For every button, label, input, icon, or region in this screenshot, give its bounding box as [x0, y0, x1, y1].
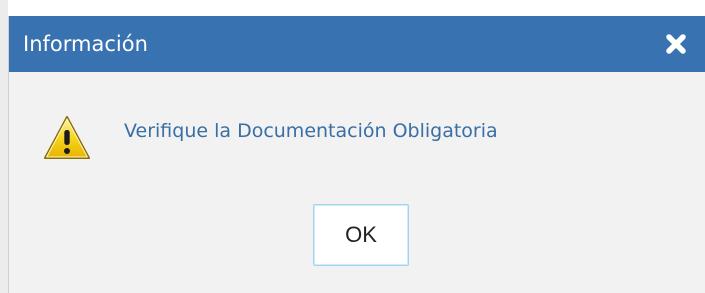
screen: Información Verifique la Documentación O… — [0, 0, 705, 293]
close-button[interactable] — [661, 29, 691, 59]
background-page-left — [0, 0, 8, 293]
background-page-top — [0, 0, 705, 17]
dialog-message: Verifique la Documentación Obligatoria — [124, 120, 498, 142]
dialog-body: Verifique la Documentación Obligatoria O… — [9, 72, 705, 293]
warning-icon — [44, 116, 90, 159]
ok-button[interactable]: OK — [313, 204, 409, 266]
information-dialog: Información Verifique la Documentación O… — [8, 16, 705, 293]
dialog-title: Información — [23, 32, 148, 56]
dialog-titlebar[interactable]: Información — [9, 16, 705, 72]
close-icon — [666, 34, 686, 54]
